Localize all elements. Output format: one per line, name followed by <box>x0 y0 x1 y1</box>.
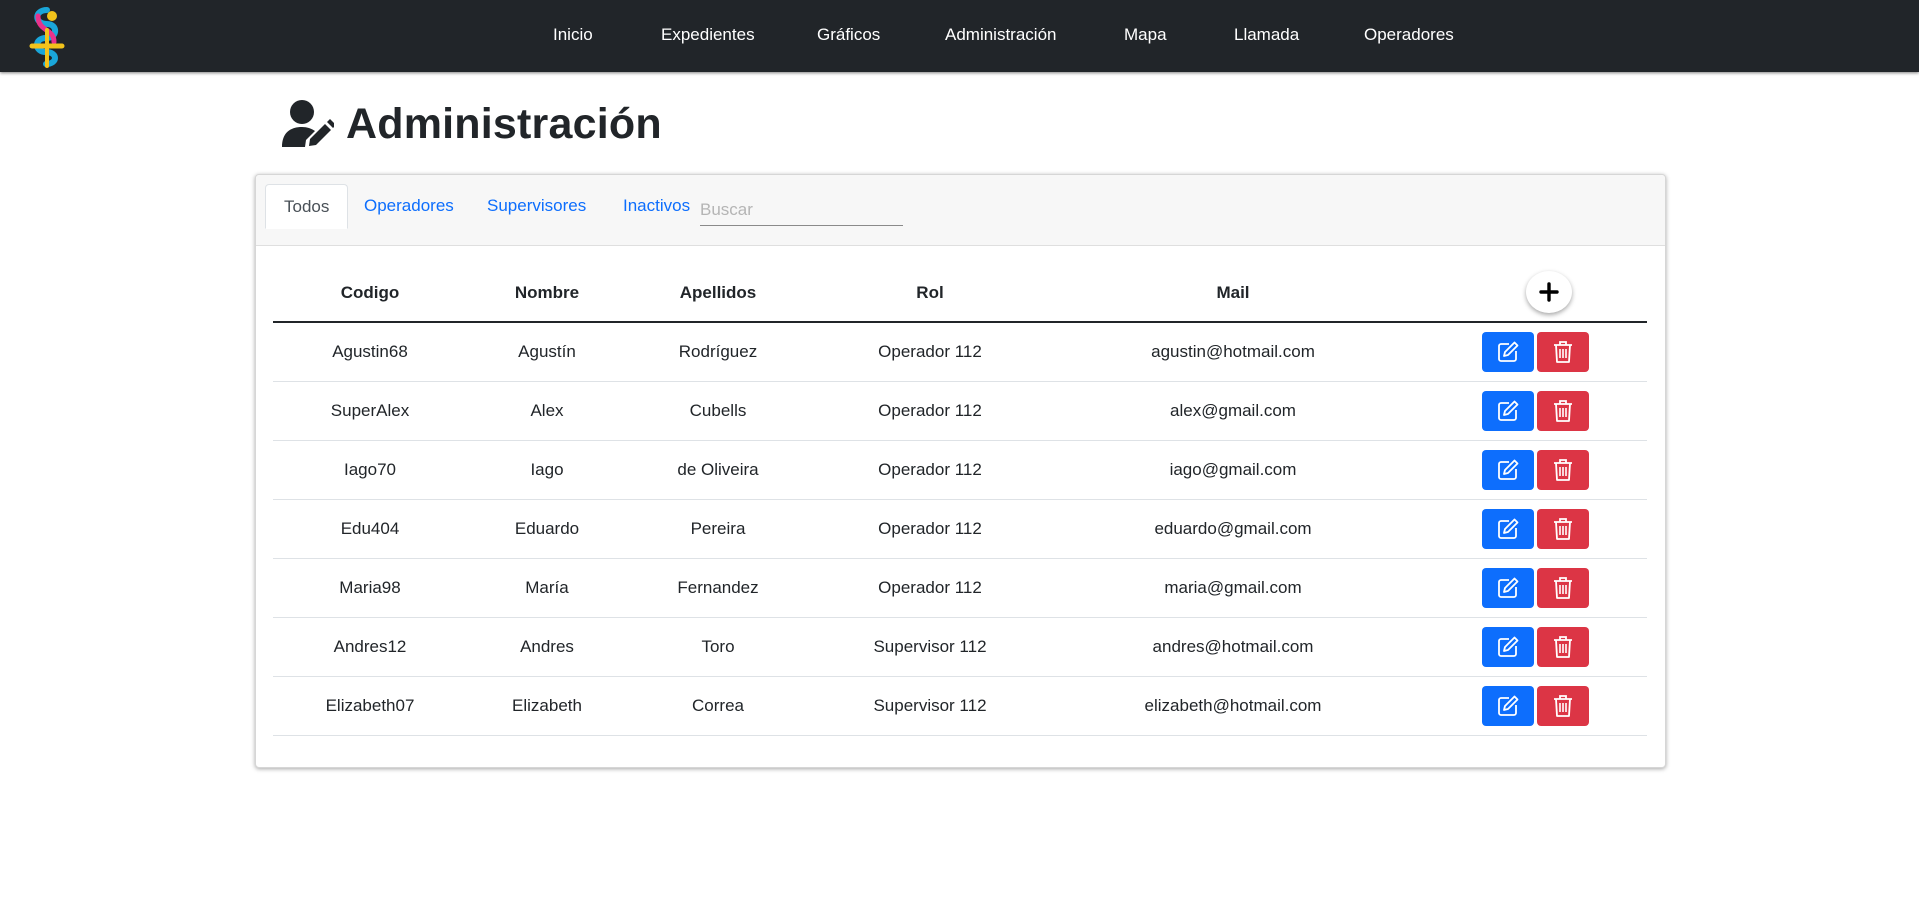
cell-mail: eduardo@gmail.com <box>1154 519 1312 538</box>
cell-nombre: Eduardo <box>514 519 580 538</box>
edit-button[interactable] <box>1482 627 1534 667</box>
delete-button[interactable] <box>1537 686 1589 726</box>
edit-icon <box>1498 518 1519 539</box>
cell-rol: Operador 112 <box>878 460 982 479</box>
cell-nombre: Andres <box>520 637 574 656</box>
column-header-nombre: Nombre <box>514 283 580 302</box>
tab-operadores[interactable]: Operadores <box>346 184 472 227</box>
cell-mail: andres@hotmail.com <box>1152 637 1314 656</box>
cell-nombre: María <box>525 578 569 597</box>
cell-nombre: Alex <box>530 401 564 420</box>
trash-icon <box>1554 636 1572 658</box>
delete-button[interactable] <box>1537 568 1589 608</box>
search-input[interactable] <box>700 195 903 226</box>
nav-link-administracion[interactable]: Administración <box>945 25 1057 45</box>
admin-card: Todos Operadores Supervisores Inactivos … <box>255 174 1666 768</box>
cell-apellidos: Cubells <box>689 401 747 420</box>
edit-button[interactable] <box>1482 686 1534 726</box>
cell-codigo: Maria98 <box>339 578 401 597</box>
users-table: Codigo Nombre Apellidos Rol Mail Agustin… <box>273 265 1647 736</box>
delete-button[interactable] <box>1537 332 1589 372</box>
cell-apellidos: Pereira <box>690 519 746 538</box>
cell-codigo: Iago70 <box>344 460 396 479</box>
cell-apellidos: de Oliveira <box>677 460 759 479</box>
edit-icon <box>1498 636 1519 657</box>
trash-icon <box>1554 400 1572 422</box>
edit-icon <box>1498 459 1519 480</box>
cell-rol: Operador 112 <box>878 519 982 538</box>
cell-apellidos: Toro <box>701 637 735 656</box>
trash-icon <box>1554 459 1572 481</box>
delete-button[interactable] <box>1537 509 1589 549</box>
cell-rol: Operador 112 <box>878 342 982 361</box>
column-header-codigo: Codigo <box>340 283 400 302</box>
table-header: Codigo Nombre Apellidos Rol Mail <box>273 265 1647 323</box>
cell-nombre: Agustín <box>518 342 576 361</box>
cell-mail: agustin@hotmail.com <box>1151 342 1315 361</box>
cell-nombre: Iago <box>530 460 564 479</box>
cell-mail: alex@gmail.com <box>1170 401 1296 420</box>
delete-button[interactable] <box>1537 450 1589 490</box>
edit-icon <box>1498 695 1519 716</box>
page-header: Administración <box>280 96 662 152</box>
edit-button[interactable] <box>1482 509 1534 549</box>
tab-todos[interactable]: Todos <box>265 184 349 229</box>
delete-button[interactable] <box>1537 627 1589 667</box>
column-header-mail: Mail <box>1216 283 1250 302</box>
edit-icon <box>1498 577 1519 598</box>
edit-button[interactable] <box>1482 450 1534 490</box>
table-row: Elizabeth07 Elizabeth Correa Supervisor … <box>273 677 1647 736</box>
navbar: Inicio Expedientes Gráficos Administraci… <box>0 0 1919 72</box>
edit-button[interactable] <box>1482 332 1534 372</box>
edit-button[interactable] <box>1482 568 1534 608</box>
cell-rol: Operador 112 <box>878 578 982 597</box>
edit-icon <box>1498 341 1519 362</box>
cell-codigo: Edu404 <box>340 519 400 538</box>
nav-links: Inicio Expedientes Gráficos Administraci… <box>0 0 1919 72</box>
cell-mail: elizabeth@hotmail.com <box>1144 696 1322 715</box>
table-row: Maria98 María Fernandez Operador 112 mar… <box>273 559 1647 618</box>
table-row: Edu404 Eduardo Pereira Operador 112 edua… <box>273 500 1647 559</box>
plus-icon <box>1539 282 1559 302</box>
table-row: Andres12 Andres Toro Supervisor 112 andr… <box>273 618 1647 677</box>
table-row: Agustin68 Agustín Rodríguez Operador 112… <box>273 323 1647 382</box>
user-edit-icon <box>282 100 334 147</box>
cell-apellidos: Fernandez <box>677 578 759 597</box>
column-header-rol: Rol <box>916 283 944 302</box>
table-row: Iago70 Iago de Oliveira Operador 112 iag… <box>273 441 1647 500</box>
cell-rol: Operador 112 <box>878 401 982 420</box>
cell-mail: iago@gmail.com <box>1169 460 1297 479</box>
table-body: Agustin68 Agustín Rodríguez Operador 112… <box>273 323 1647 736</box>
nav-link-llamada[interactable]: Llamada <box>1234 25 1299 45</box>
cell-apellidos: Correa <box>692 696 744 715</box>
cell-mail: maria@gmail.com <box>1164 578 1302 597</box>
tab-supervisores[interactable]: Supervisores <box>469 184 604 227</box>
cell-codigo: Andres12 <box>333 637 407 656</box>
table-row: SuperAlex Alex Cubells Operador 112 alex… <box>273 382 1647 441</box>
trash-icon <box>1554 695 1572 717</box>
edit-button[interactable] <box>1482 391 1534 431</box>
card-header: Todos Operadores Supervisores Inactivos <box>256 175 1665 246</box>
cell-codigo: Elizabeth07 <box>325 696 415 715</box>
nav-link-operadores[interactable]: Operadores <box>1364 25 1454 45</box>
cell-nombre: Elizabeth <box>512 696 582 715</box>
delete-button[interactable] <box>1537 391 1589 431</box>
column-header-apellidos: Apellidos <box>679 283 757 302</box>
cell-rol: Supervisor 112 <box>873 637 987 656</box>
cell-rol: Supervisor 112 <box>873 696 987 715</box>
cell-codigo: Agustin68 <box>332 342 408 361</box>
trash-icon <box>1554 518 1572 540</box>
nav-link-mapa[interactable]: Mapa <box>1124 25 1167 45</box>
cell-apellidos: Rodríguez <box>678 342 758 361</box>
cell-codigo: SuperAlex <box>330 401 410 420</box>
page-title: Administración <box>346 99 662 148</box>
edit-icon <box>1498 400 1519 421</box>
trash-icon <box>1554 577 1572 599</box>
trash-icon <box>1554 341 1572 363</box>
tab-inactivos[interactable]: Inactivos <box>605 184 708 227</box>
nav-link-inicio[interactable]: Inicio <box>553 25 593 45</box>
nav-link-graficos[interactable]: Gráficos <box>817 25 880 45</box>
add-user-button[interactable] <box>1526 271 1572 313</box>
nav-link-expedientes[interactable]: Expedientes <box>661 25 755 45</box>
